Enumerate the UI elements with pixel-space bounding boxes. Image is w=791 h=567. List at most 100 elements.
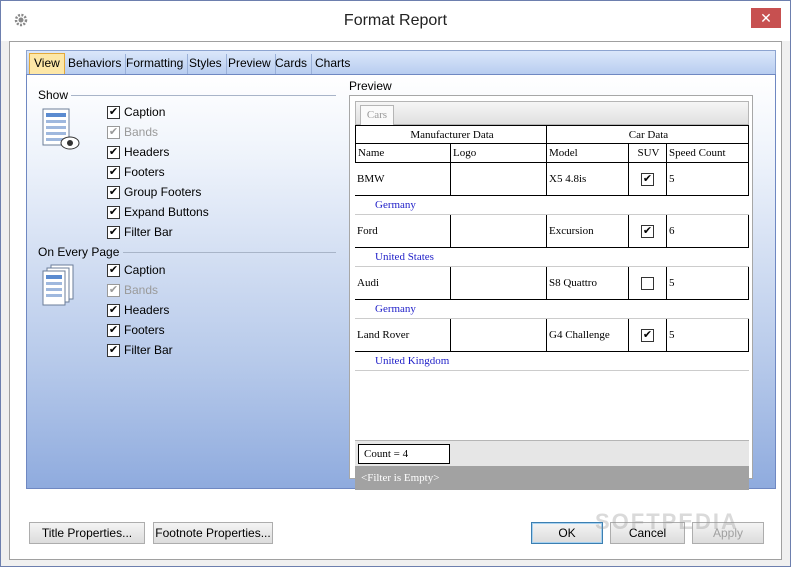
suv-checkbox: ✔ [641,173,654,186]
checkbox-label: Expand Buttons [124,205,209,219]
band-header: Car Data [547,125,749,144]
checkbox-show_group-filter-bar[interactable]: ✔ Filter Bar [107,223,173,241]
column-header: SUV [629,144,667,163]
pages-icon [42,264,74,306]
suv-checkbox: ✔ [641,225,654,238]
preview-tab-bar: Cars [355,101,749,125]
checkbox-show_group-group-footers[interactable]: ✔ Group Footers [107,183,201,201]
tab-charts[interactable]: Charts [311,54,354,74]
checkbox-box[interactable]: ✔ [107,323,120,337]
checkbox-every_page_group-headers[interactable]: ✔ Headers [107,301,169,319]
checkbox-box: ✔ [107,125,120,139]
grid-cell-speed: 5 [667,163,749,196]
preview-footer: Count = 4 [355,440,749,466]
every-page-group-label: On Every Page [38,245,120,259]
title-bar: Format Report ✕ [1,1,790,41]
show-group-label: Show [38,88,69,102]
checkbox-box[interactable]: ✔ [107,225,120,239]
tab-view[interactable]: View [29,53,65,75]
checkbox-box[interactable]: ✔ [107,303,120,317]
grid-cell-suv: ✔ [629,163,667,196]
suv-checkbox [641,277,654,290]
grid-cell-name: Land Rover [355,319,451,352]
tab-styles[interactable]: Styles [185,54,227,74]
checkbox-box: ✔ [107,283,120,297]
title-properties-button[interactable]: Title Properties... [29,522,145,544]
tab-strip: View Behaviors Formatting Styles Preview… [26,50,776,75]
grid-cell-model: S8 Quattro [547,267,629,300]
checkbox-box[interactable]: ✔ [107,205,120,219]
close-button[interactable]: ✕ [751,8,781,28]
filter-bar: <Filter is Empty> [355,466,749,490]
show-group-divider [71,95,336,96]
tab-behaviors[interactable]: Behaviors [64,54,127,74]
checkbox-box[interactable]: ✔ [107,343,120,357]
window-title: Format Report [343,12,448,29]
band-header: Manufacturer Data [355,125,547,144]
preview-label: Preview [349,79,392,93]
checkbox-label: Footers [124,323,165,337]
view-tab-page: Show ✔ Caption ✔ Bands ✔ Headers ✔ Footers ✔ Grou… [26,74,776,490]
grid-cell-name: Audi [355,267,451,300]
checkbox-label: Bands [124,125,159,139]
checkbox-box[interactable]: ✔ [107,145,120,159]
checkbox-label: Filter Bar [124,343,173,357]
tab-cards[interactable]: Cards [271,54,313,74]
grid-cell-suv: ✔ [629,215,667,248]
column-header: Model [547,144,629,163]
column-header: Logo [451,144,547,163]
checkbox-every_page_group-caption[interactable]: ✔ Caption [107,261,165,279]
checkbox-label: Caption [124,105,166,119]
dialog-client: View Behaviors Formatting Styles Preview… [9,41,782,560]
checkbox-show_group-bands: ✔ Bands [107,123,158,141]
preview-panel: Cars Manufacturer Data Car Data Name Logo Mo… [349,95,753,490]
format-report-window: Format Report ✕ View Behaviors Formattin… [0,0,791,567]
checkbox-label: Caption [124,263,166,277]
ok-button[interactable]: OK [531,522,603,544]
suv-checkbox: ✔ [641,329,654,342]
grid-cell-name: Ford [355,215,451,248]
checkbox-show_group-expand-buttons[interactable]: ✔ Expand Buttons [107,203,209,221]
checkbox-every_page_group-footers[interactable]: ✔ Footers [107,321,165,339]
column-header: Speed Count [667,144,749,163]
group-row: Germany [355,300,749,319]
grid-cell-logo [451,267,547,300]
grid-cell-suv [629,267,667,300]
grid-cell-logo [451,319,547,352]
checkbox-show_group-caption[interactable]: ✔ Caption [107,103,165,121]
grid-cell-name: BMW [355,163,451,196]
grid-cell-speed: 5 [667,319,749,352]
tab-preview[interactable]: Preview [224,54,276,74]
checkbox-label: Headers [124,303,170,317]
checkbox-box[interactable]: ✔ [107,105,120,119]
checkbox-label: Footers [124,165,165,179]
checkbox-box[interactable]: ✔ [107,263,120,277]
checkbox-label: Bands [124,283,159,297]
group-row: United States [355,248,749,267]
preview-tab-cars: Cars [360,105,394,125]
grid-cell-speed: 6 [667,215,749,248]
footnote-properties-button[interactable]: Footnote Properties... [153,522,273,544]
column-header: Name [355,144,451,163]
watermark: SOFTPEDIA [595,509,739,534]
group-row: Germany [355,196,749,215]
checkbox-every_page_group-filter-bar[interactable]: ✔ Filter Bar [107,341,173,359]
grid-cell-model: Excursion [547,215,629,248]
count-summary: Count = 4 [358,444,450,464]
checkbox-show_group-headers[interactable]: ✔ Headers [107,143,169,161]
checkbox-box[interactable]: ✔ [107,165,120,179]
every-page-group-divider [123,252,336,253]
checkbox-every_page_group-bands: ✔ Bands [107,281,158,299]
grid-cell-model: G4 Challenge [547,319,629,352]
checkbox-label: Filter Bar [124,225,173,239]
checkbox-label: Headers [124,145,170,159]
tab-formatting[interactable]: Formatting [122,54,189,74]
checkbox-show_group-footers[interactable]: ✔ Footers [107,163,165,181]
grid-cell-suv: ✔ [629,319,667,352]
group-row: United Kingdom [355,352,749,371]
grid-cell-logo [451,163,547,196]
checkbox-box[interactable]: ✔ [107,185,120,199]
checkbox-label: Group Footers [124,185,202,199]
report-view-icon [42,108,80,150]
grid-cell-speed: 5 [667,267,749,300]
